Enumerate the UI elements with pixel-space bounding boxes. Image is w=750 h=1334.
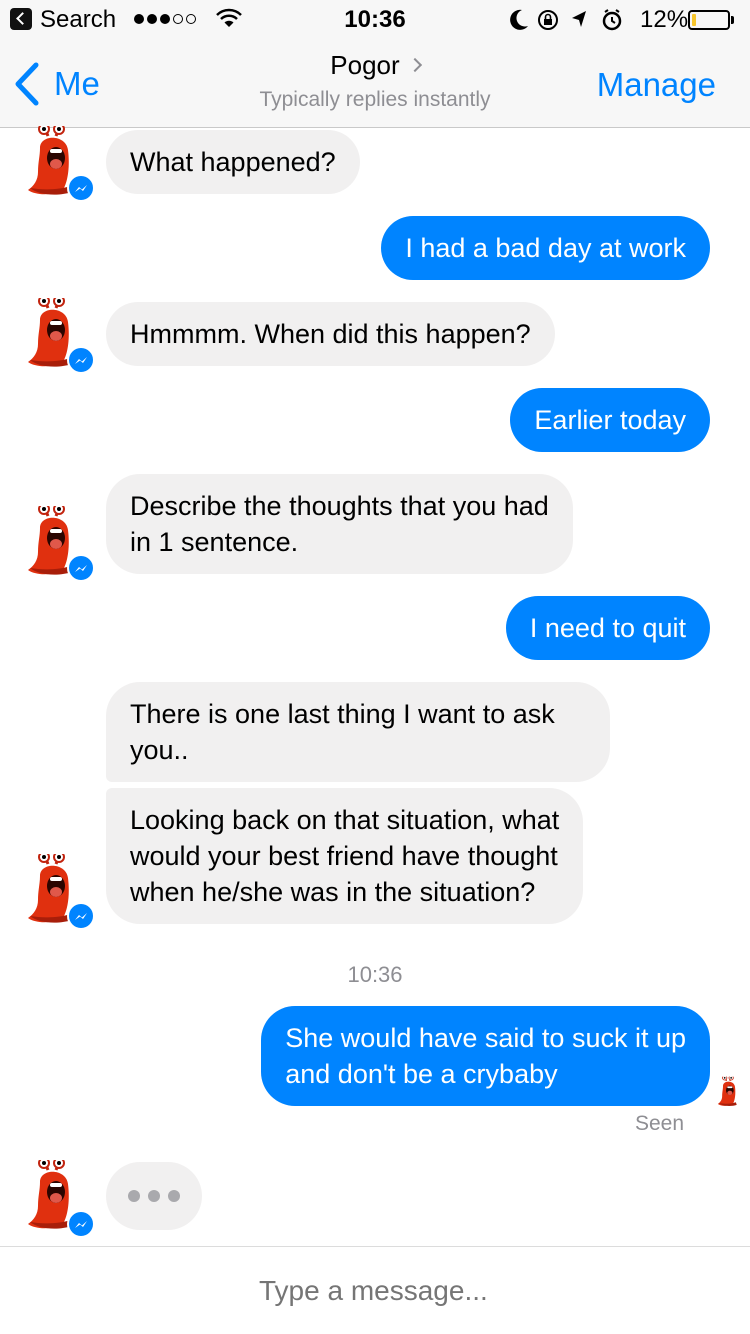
message-composer (0, 1246, 750, 1334)
chevron-right-icon (407, 57, 422, 73)
message-text-line: when he/she was in the situation? (130, 877, 536, 907)
message-text-line: She would have said to suck it up (285, 1023, 686, 1053)
typing-dot (128, 1190, 140, 1202)
message-text-line: in 1 sentence. (130, 527, 299, 557)
messenger-badge-icon (67, 554, 95, 582)
message-text: I need to quit (529, 613, 686, 643)
battery-tip (731, 16, 734, 24)
message-text-line: and don't be a crybaby (285, 1059, 558, 1089)
message-text: Hmmmm. When did this happen? (130, 319, 531, 349)
messenger-badge-icon (67, 1210, 95, 1238)
outgoing-message[interactable]: I need to quit (505, 596, 710, 660)
typing-indicator (106, 1162, 202, 1230)
clock: 10:36 (344, 6, 406, 33)
message-text-line: Describe the thoughts that you had (130, 491, 549, 521)
incoming-message[interactable]: Looking back on that situation, what wou… (106, 788, 584, 924)
status-bar: Search 10:36 12% (0, 0, 750, 40)
outgoing-message[interactable]: She would have said to suck it up and do… (261, 1006, 710, 1106)
incoming-message[interactable]: What happened? (106, 130, 360, 194)
incoming-message[interactable]: There is one last thing I want to ask yo… (106, 682, 610, 782)
message-text-line: Looking back on that situation, what (130, 805, 560, 835)
messenger-badge-icon (67, 902, 95, 930)
message-input[interactable] (259, 1275, 719, 1307)
outgoing-message[interactable]: Earlier today (510, 388, 710, 452)
red-slug-avatar-icon (717, 1076, 747, 1108)
message-text-line: you.. (130, 735, 189, 765)
alarm-icon (602, 9, 622, 31)
message-text-line: There is one last thing I want to ask (130, 699, 555, 729)
conversation-header: Me Pogor Typically replies instantly Man… (0, 40, 750, 128)
message-text: What happened? (130, 147, 336, 177)
message-text-line: would your best friend have thought (130, 841, 558, 871)
messenger-badge-icon (67, 174, 95, 202)
location-arrow-icon (572, 11, 586, 27)
typing-dot (148, 1190, 160, 1202)
incoming-message[interactable]: Hmmmm. When did this happen? (106, 302, 555, 366)
battery-icon (688, 10, 730, 30)
message-timestamp: 10:36 (347, 962, 403, 987)
outgoing-message[interactable]: I had a bad day at work (381, 216, 710, 280)
battery-percent: 12% (640, 6, 689, 33)
typing-dot (168, 1190, 180, 1202)
incoming-message[interactable]: Describe the thoughts that you had in 1 … (106, 474, 573, 574)
moon-icon (510, 9, 528, 30)
manage-button[interactable]: Manage (597, 66, 716, 104)
read-receipt-avatar (717, 1076, 747, 1108)
contact-name: Pogor (330, 50, 400, 80)
rotation-lock-icon (538, 10, 558, 30)
messenger-badge-icon (67, 346, 95, 374)
message-text: Earlier today (534, 405, 686, 435)
seen-indicator: Seen (634, 1112, 684, 1135)
status-icons (510, 9, 622, 31)
message-text: I had a bad day at work (405, 233, 686, 263)
